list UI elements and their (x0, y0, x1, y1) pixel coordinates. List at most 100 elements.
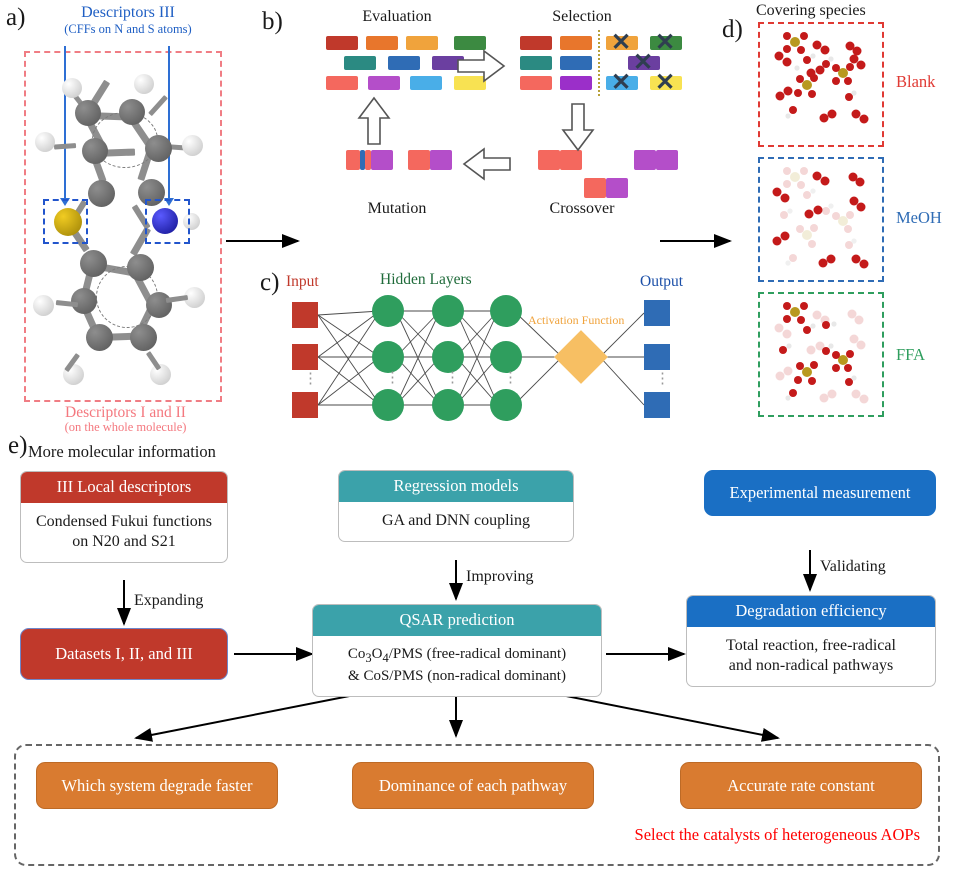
arrow-qsar-to-outcome-left (134, 689, 381, 742)
atom-hydrogen (134, 74, 154, 94)
atom-hydrogen (182, 135, 203, 156)
nn-hidden-node (372, 295, 404, 327)
node-local-descriptors[interactable]: III Local descriptors Condensed Fukui fu… (20, 471, 228, 564)
atom-carbon (145, 135, 172, 162)
covering-species-box-ffa (758, 292, 884, 417)
covering-species-label-ffa: FFA (896, 345, 926, 364)
ga-step-crossover-label: Crossover (549, 200, 615, 217)
atom-carbon (130, 324, 157, 351)
atom-carbon (86, 324, 113, 351)
panel-d: d) Covering species Blank MeOH FFA (720, 0, 957, 445)
reject-x-icon: ✕ (633, 49, 654, 76)
selection-divider (598, 30, 600, 96)
reject-x-icon: ✕ (611, 29, 632, 56)
nn-hidden-label: Hidden Layers (380, 271, 472, 288)
panel-b: b) Evaluation Selection Mutation Crossov… (262, 0, 682, 235)
gene-block (560, 150, 582, 170)
highlight-box-s (43, 199, 88, 244)
panel-a-title: Descriptors III (CFFs on N and S atoms) (28, 4, 228, 36)
covering-species-label-blank: Blank (896, 72, 936, 91)
nn-activation-label: Activation Function (528, 313, 625, 327)
atom-hydrogen (33, 295, 54, 316)
outcome-accurate-rate-constant[interactable]: Accurate rate constant (680, 762, 922, 809)
outcome-which-system-degrade-faster[interactable]: Which system degrade faster (36, 762, 278, 809)
reject-x-icon: ✕ (655, 69, 676, 96)
atom-carbon (127, 254, 154, 281)
nn-connections (317, 310, 645, 406)
outcome-dominance-of-each-pathway[interactable]: Dominance of each pathway (352, 762, 594, 809)
gene-block (560, 56, 592, 70)
covering-species-box-blank (758, 22, 884, 147)
highlight-box-n (145, 199, 190, 244)
nn-hidden-node (432, 295, 464, 327)
ga-step-mutation-label: Mutation (367, 200, 427, 217)
ga-step-selection-label: Selection (552, 8, 612, 25)
gene-block (326, 76, 358, 90)
nn-input-node (292, 344, 318, 370)
nn-output-node (644, 344, 670, 370)
molecular-field-meoh (772, 167, 869, 269)
node-degradation-efficiency-body: Total reaction, free-radical and non-radi… (726, 637, 896, 675)
edge-label-expanding: Expanding (134, 592, 204, 609)
panel-e-letter: e) (8, 432, 28, 459)
atom-carbon (75, 100, 101, 126)
panel-a-caption: Descriptors I and II (on the whole molec… (18, 404, 233, 435)
pointer-line-n (168, 46, 170, 201)
panel-a-subtitle: (CFFs on N and S atoms) (64, 21, 192, 36)
nn-input-node (292, 392, 318, 418)
atom-carbon (82, 138, 108, 164)
panel-b-letter: b) (262, 8, 283, 35)
gene-block (410, 76, 442, 90)
node-qsar-prediction-body: Co3O4/PMS (free-radical dominant) & CoS/P… (347, 646, 567, 684)
arrow-selection-to-crossover (561, 103, 595, 152)
panel-d-letter: d) (722, 16, 743, 43)
nn-hidden-node (490, 295, 522, 327)
ellipsis-vertical: ⋮ (445, 370, 460, 386)
node-regression-models-head: Regression models (339, 471, 573, 503)
molecular-field-ffa (774, 302, 869, 404)
gene-block (432, 56, 464, 70)
panel-c-letter: c) (260, 269, 280, 296)
gene-block (520, 56, 552, 70)
panel-c: c) Input Hidden Layers Output Activation… (260, 265, 683, 450)
gene-block (344, 56, 376, 70)
gene-block (560, 36, 592, 50)
node-local-descriptors-body: Condensed Fukui functions on N20 and S21 (36, 513, 212, 551)
nn-hidden-node (432, 341, 464, 373)
nn-input-label: Input (286, 273, 319, 290)
reject-x-icon: ✕ (611, 69, 632, 96)
node-qsar-prediction[interactable]: QSAR prediction Co3O4/PMS (free-radical … (312, 604, 602, 697)
nn-hidden-node (372, 389, 404, 421)
gene-block (430, 150, 452, 170)
node-regression-models[interactable]: Regression models GA and DNN coupling (338, 470, 574, 543)
nn-hidden-node (490, 389, 522, 421)
molecular-field-blank (774, 32, 869, 124)
panel-a-title-text: Descriptors III (81, 4, 175, 21)
node-local-descriptors-head: III Local descriptors (21, 472, 227, 504)
atom-carbon (146, 292, 172, 318)
node-qsar-prediction-head: QSAR prediction (313, 605, 601, 637)
node-datasets[interactable]: Datasets I, II, and III (20, 628, 228, 680)
panel-a-caption-text: Descriptors I and II (65, 404, 186, 421)
nn-hidden-node (372, 341, 404, 373)
ga-step-evaluation-label: Evaluation (362, 8, 432, 25)
nn-output-node (644, 300, 670, 326)
gene-block (560, 76, 592, 90)
gene-block (520, 36, 552, 50)
arrow-crossover-to-mutation (462, 147, 511, 181)
panel-a-letter: a) (6, 4, 26, 31)
arrow-mutation-to-eval (357, 96, 391, 145)
gene-block (634, 150, 656, 170)
gene-block (368, 76, 400, 90)
panel-a: a) Descriptors III (CFFs on N and S atom… (0, 0, 250, 460)
ellipsis-vertical: ⋮ (655, 371, 670, 387)
edge-label-improving: Improving (466, 568, 534, 585)
edge-label-validating: Validating (820, 558, 886, 575)
ellipsis-vertical: ⋮ (385, 370, 400, 386)
node-experimental-measurement[interactable]: Experimental measurement (704, 470, 936, 516)
gene-block (388, 56, 420, 70)
ellipsis-vertical: ⋮ (503, 370, 518, 386)
atom-carbon (119, 99, 145, 125)
node-degradation-efficiency[interactable]: Degradation efficiency Total reaction, f… (686, 595, 936, 688)
ellipsis-vertical: ⋮ (303, 371, 318, 387)
